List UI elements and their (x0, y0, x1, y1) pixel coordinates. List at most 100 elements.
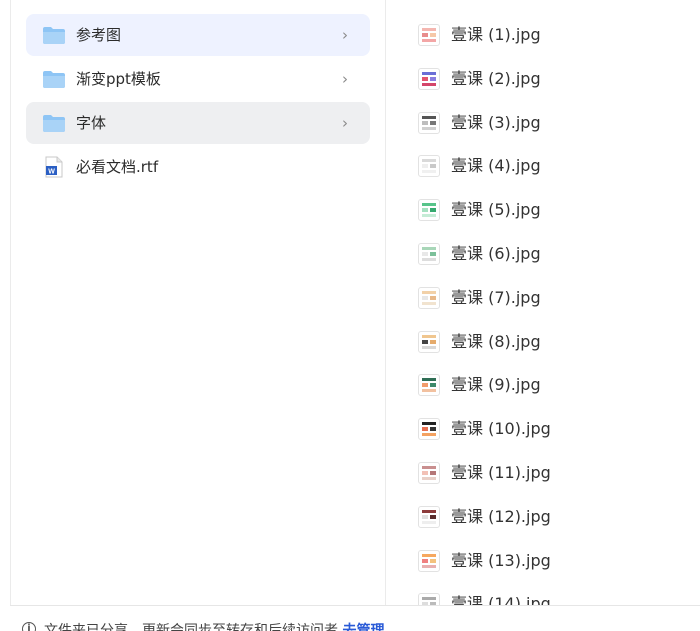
left-border (10, 0, 11, 605)
thumbnail-block (430, 33, 436, 37)
file-label: 壹课 (13).jpg (451, 550, 551, 570)
thumbnail-block (430, 76, 436, 81)
thumbnail-block (422, 509, 436, 513)
file-item[interactable]: 壹课 (6).jpg (386, 233, 700, 277)
thumbnail-block (430, 295, 436, 300)
thumbnail-block (422, 33, 428, 37)
file-item[interactable]: 壹课 (13).jpg (386, 540, 700, 584)
thumbnail-block (422, 427, 428, 432)
file-item[interactable]: 壹课 (10).jpg (386, 408, 700, 452)
thumbnail-block (422, 257, 436, 261)
folder-icon (43, 27, 65, 44)
image-thumbnail-icon (418, 286, 440, 309)
file-label: 壹课 (10).jpg (451, 419, 551, 439)
file-list: 壹课 (1).jpg 壹课 (2).jpg 壹课 (3).jpg 壹课 (4).jpg… (386, 14, 700, 605)
thumbnail-block (422, 465, 436, 469)
image-thumbnail-icon (418, 461, 440, 484)
thumbnail-block (422, 597, 436, 601)
thumbnail-block (422, 476, 436, 480)
file-label: 壹课 (5).jpg (451, 200, 541, 220)
file-item[interactable]: 壹课 (7).jpg (386, 277, 700, 321)
image-thumbnail-icon (418, 111, 440, 134)
image-thumbnail-icon (418, 505, 440, 528)
file-label: 壹课 (14).jpg (451, 594, 551, 605)
word-doc-icon: W (45, 156, 63, 178)
thumbnail-block (422, 39, 436, 42)
share-notice-bar: i 文件夹已分享，更新会同步至转存和后续访问者 去管理 (10, 605, 700, 631)
thumbnail-block (422, 159, 436, 163)
thumbnail-block (430, 558, 436, 563)
image-thumbnail-icon (418, 242, 440, 265)
thumbnail-block (422, 433, 436, 437)
file-label: 壹课 (9).jpg (451, 375, 541, 395)
thumbnail-block (422, 553, 436, 557)
thumbnail-block (422, 290, 436, 294)
folder-label: 参考图 (76, 26, 122, 44)
image-thumbnail-icon (418, 67, 440, 90)
file-item[interactable]: 壹课 (5).jpg (386, 189, 700, 233)
file-item[interactable]: 壹课 (2).jpg (386, 58, 700, 102)
thumbnail-block (422, 378, 436, 382)
thumbnail-block (430, 251, 436, 256)
file-label: 壹课 (7).jpg (451, 287, 541, 307)
thumbnail-block (430, 208, 436, 213)
thumbnail-block (422, 339, 428, 344)
thumbnail-block (430, 339, 436, 344)
file-item-must-read-doc[interactable]: W 必看文档.rtf (26, 146, 370, 188)
folder-label: 渐变ppt模板 (76, 70, 161, 88)
thumbnail-block (422, 389, 436, 393)
folder-item-gradient-ppt[interactable]: 渐变ppt模板 › (26, 58, 370, 100)
file-item[interactable]: 壹课 (12).jpg (386, 496, 700, 540)
thumbnail-block (422, 82, 436, 86)
folder-item-reference[interactable]: 参考图 › (26, 14, 370, 56)
folder-item-fonts[interactable]: 字体 › (26, 102, 370, 144)
thumbnail-block (422, 301, 436, 305)
thumbnail-block (422, 208, 428, 213)
file-label: 壹课 (4).jpg (451, 156, 541, 176)
folder-list: 参考图 › 渐变ppt模板 › 字体 › W 必看文档.rtf (26, 14, 370, 190)
file-label: 壹课 (2).jpg (451, 68, 541, 88)
file-item[interactable]: 壹课 (14).jpg (386, 583, 700, 605)
thumbnail-block (422, 115, 436, 119)
thumbnail-block (430, 383, 436, 388)
image-thumbnail-icon (418, 199, 440, 222)
thumbnail-block (422, 383, 428, 388)
file-label: 壹课 (1).jpg (451, 25, 541, 44)
file-item[interactable]: 壹课 (8).jpg (386, 321, 700, 365)
image-thumbnail-icon (418, 549, 440, 572)
thumbnail-block (422, 345, 436, 349)
file-item[interactable]: 壹课 (9).jpg (386, 364, 700, 408)
thumbnail-block (422, 295, 428, 300)
thumbnail-block (422, 514, 428, 519)
image-thumbnail-icon (418, 418, 440, 441)
file-item[interactable]: 壹课 (11).jpg (386, 452, 700, 496)
chevron-right-icon: › (342, 70, 348, 88)
file-label: 壹课 (6).jpg (451, 243, 541, 263)
file-item[interactable]: 壹课 (1).jpg (386, 14, 700, 58)
folder-icon (43, 115, 65, 132)
file-item[interactable]: 壹课 (4).jpg (386, 145, 700, 189)
file-label: 壹课 (8).jpg (451, 331, 541, 351)
image-thumbnail-icon (418, 593, 440, 605)
thumbnail-block (422, 170, 436, 174)
thumbnail-block (422, 422, 436, 426)
thumbnail-block (430, 120, 436, 125)
thumbnail-block (430, 427, 436, 432)
thumbnail-block (422, 334, 436, 338)
chevron-right-icon: › (342, 114, 348, 132)
folder-icon (43, 71, 65, 88)
folder-label: 字体 (76, 114, 107, 132)
chevron-right-icon: › (342, 26, 348, 44)
image-thumbnail-icon (418, 155, 440, 178)
thumbnail-block (422, 164, 428, 169)
thumbnail-block (422, 470, 428, 475)
thumbnail-block (422, 126, 436, 130)
thumbnail-block (422, 120, 428, 125)
thumbnail-block (422, 251, 428, 256)
file-item[interactable]: 壹课 (3).jpg (386, 102, 700, 146)
file-label: 壹课 (11).jpg (451, 462, 551, 482)
thumbnail-block (422, 564, 436, 568)
svg-text:W: W (48, 169, 55, 176)
thumbnail-block (422, 214, 436, 218)
thumbnail-block (422, 246, 436, 250)
